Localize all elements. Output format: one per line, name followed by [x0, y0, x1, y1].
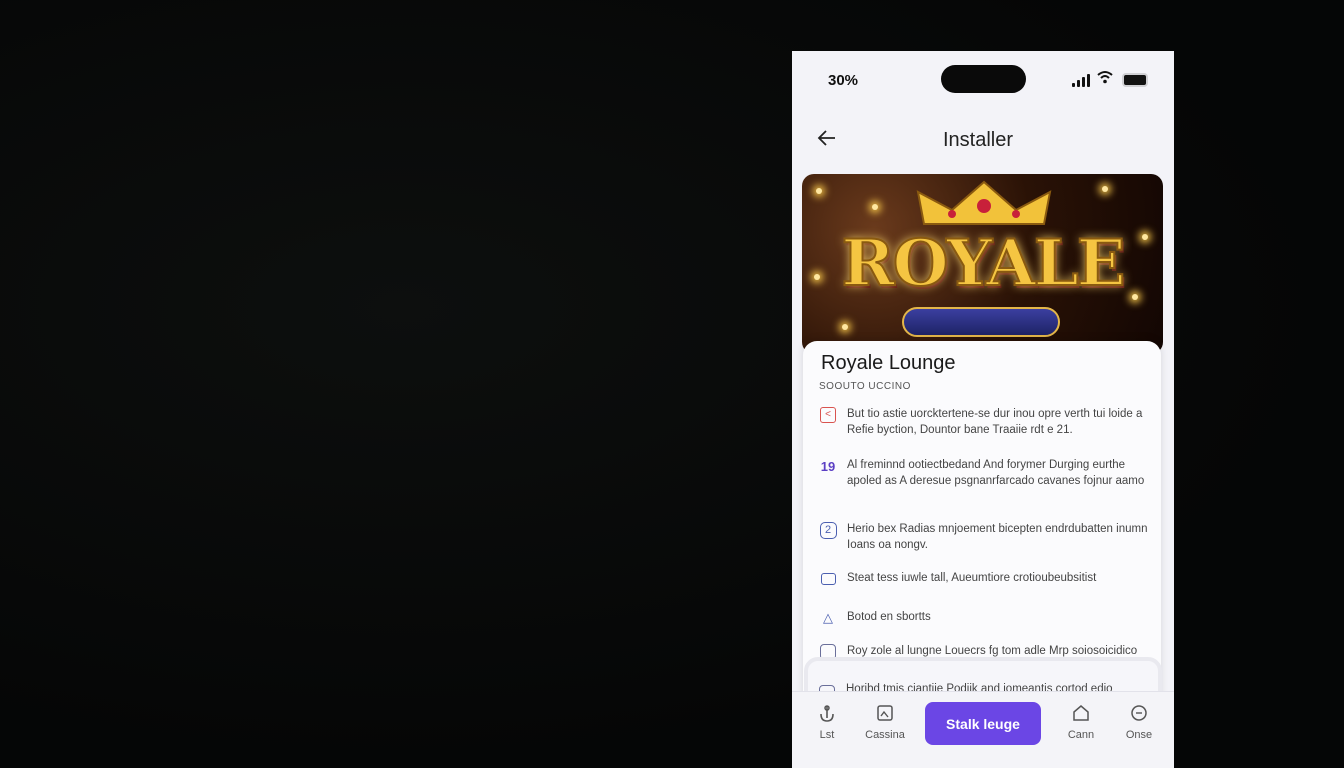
banner-plate	[902, 307, 1060, 337]
number-2-icon: 2	[819, 521, 837, 539]
tab-cassina[interactable]: Cassina	[855, 704, 915, 741]
dynamic-island	[941, 65, 1026, 93]
tab-label: Cann	[1067, 729, 1095, 741]
bottom-tab-bar: Lst Cassina Stalk leuge Cann Onse	[792, 691, 1174, 768]
signal-icon	[1072, 73, 1094, 87]
home-icon	[1051, 704, 1111, 726]
tab-label: Onse	[1125, 729, 1153, 741]
feature-text: Steat tess iuwle tall, Aueumtiore crotio…	[847, 572, 1097, 584]
crown-icon	[916, 180, 1052, 225]
chat-icon	[1109, 704, 1169, 726]
arrow-left-icon	[817, 130, 835, 146]
install-button[interactable]: Stalk leuge	[925, 702, 1041, 745]
tab-cann[interactable]: Cann	[1051, 704, 1111, 741]
app-subtitle: SOOUTO UCCINO	[819, 381, 911, 392]
tab-lst[interactable]: Lst	[797, 704, 857, 741]
banner-logo-text: ROYALE	[841, 225, 1127, 302]
page-title: Installer	[942, 129, 1014, 151]
app-name: Royale Lounge	[821, 352, 956, 374]
image-icon	[855, 704, 915, 726]
status-bar: 30%	[792, 51, 1174, 111]
battery-icon	[1122, 73, 1148, 87]
status-time: 30%	[828, 72, 859, 89]
anchor-icon	[797, 704, 857, 726]
share-icon: <	[819, 406, 837, 424]
wifi-icon	[1097, 70, 1113, 87]
back-button[interactable]	[816, 127, 844, 155]
phone-screen: 30% Installer ROYALE Royale Lounge SOOUT…	[792, 51, 1174, 768]
triangle-icon: △	[823, 610, 833, 625]
feature-text: But tio astie uorcktertene-se dur inou o…	[847, 408, 1143, 436]
feature-text: Botod en sbortts	[847, 611, 931, 623]
tab-label: Cassina	[865, 729, 905, 741]
number-19-icon: 19	[820, 458, 836, 474]
feature-item: Steat tess iuwle tall, Aueumtiore crotio…	[819, 570, 1149, 588]
feature-item: 2 Herio bex Radias mnjoement bicepten en…	[819, 521, 1149, 553]
feature-item: < But tio astie uorcktertene-se dur inou…	[819, 406, 1149, 438]
feature-text: Herio bex Radias mnjoement bicepten endr…	[847, 523, 1148, 551]
app-banner-image: ROYALE	[802, 174, 1163, 354]
feature-item: △ Botod en sbortts	[819, 609, 1149, 627]
feature-text: Al freminnd ootiectbedand And forymer Du…	[847, 459, 1145, 487]
tab-label: Lst	[819, 729, 835, 741]
tab-onse[interactable]: Onse	[1109, 704, 1169, 741]
feature-item: 19 Al freminnd ootiectbedand And forymer…	[819, 457, 1149, 489]
chat-icon	[819, 570, 837, 588]
